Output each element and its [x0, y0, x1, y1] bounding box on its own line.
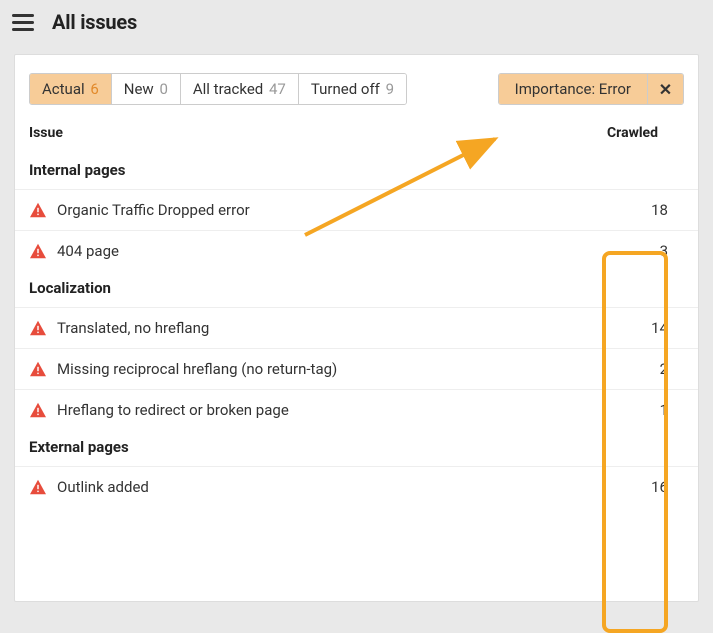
issue-row[interactable]: Outlink added 16: [15, 466, 698, 507]
issue-label: Outlink added: [57, 478, 149, 496]
section-header: Internal pages: [15, 153, 698, 189]
warning-icon: [29, 361, 47, 377]
issue-crawled-count: 3: [632, 242, 672, 260]
issue-crawled-count: 2: [632, 360, 672, 378]
column-headers: Issue Crawled: [15, 119, 698, 153]
page-title: All issues: [52, 10, 137, 34]
issue-label: 404 page: [57, 242, 119, 260]
tab-label: Turned off: [311, 80, 384, 98]
section-header: Localization: [15, 271, 698, 307]
warning-icon: [29, 243, 47, 259]
filters-row: Actual 6New 0All tracked 47Turned off 9 …: [15, 55, 698, 119]
tab-actual[interactable]: Actual 6: [30, 74, 112, 104]
tab-group: Actual 6New 0All tracked 47Turned off 9: [29, 73, 407, 105]
header-bar: All issues: [0, 0, 713, 44]
warning-icon: [29, 479, 47, 495]
issue-row[interactable]: Translated, no hreflang 14: [15, 307, 698, 348]
tab-count: 9: [386, 80, 394, 98]
tab-count: 47: [269, 80, 286, 98]
tab-turned-off[interactable]: Turned off 9: [299, 74, 406, 104]
warning-icon: [29, 402, 47, 418]
tab-label: New: [124, 80, 158, 98]
column-issue: Issue: [29, 125, 63, 141]
warning-icon: [29, 202, 47, 218]
sections-container: Internal pagesOrganic Traffic Dropped er…: [15, 153, 698, 507]
importance-filter: Importance: Error ✕: [498, 73, 684, 105]
tab-label: All tracked: [193, 80, 267, 98]
issue-row[interactable]: 404 page 3: [15, 230, 698, 271]
issue-label: Missing reciprocal hreflang (no return-t…: [57, 360, 337, 378]
issue-row[interactable]: Hreflang to redirect or broken page 1: [15, 389, 698, 430]
tab-count: 6: [90, 80, 98, 98]
issue-label: Organic Traffic Dropped error: [57, 201, 250, 219]
issue-crawled-count: 14: [632, 319, 672, 337]
tab-label: Actual: [42, 80, 88, 98]
issue-row[interactable]: Missing reciprocal hreflang (no return-t…: [15, 348, 698, 389]
issue-label: Hreflang to redirect or broken page: [57, 401, 289, 419]
issue-crawled-count: 1: [632, 401, 672, 419]
menu-icon[interactable]: [12, 11, 34, 33]
tab-all-tracked[interactable]: All tracked 47: [181, 74, 299, 104]
importance-filter-label[interactable]: Importance: Error: [499, 74, 647, 104]
issues-card: Actual 6New 0All tracked 47Turned off 9 …: [14, 54, 699, 602]
warning-icon: [29, 320, 47, 336]
issue-row[interactable]: Organic Traffic Dropped error 18: [15, 189, 698, 230]
tab-count: 0: [159, 80, 167, 98]
close-icon[interactable]: ✕: [647, 74, 683, 104]
issue-label: Translated, no hreflang: [57, 319, 209, 337]
issue-crawled-count: 18: [632, 201, 672, 219]
tab-new[interactable]: New 0: [112, 74, 181, 104]
column-crawled: Crawled: [607, 125, 672, 141]
section-header: External pages: [15, 430, 698, 466]
issue-crawled-count: 16: [632, 478, 672, 496]
